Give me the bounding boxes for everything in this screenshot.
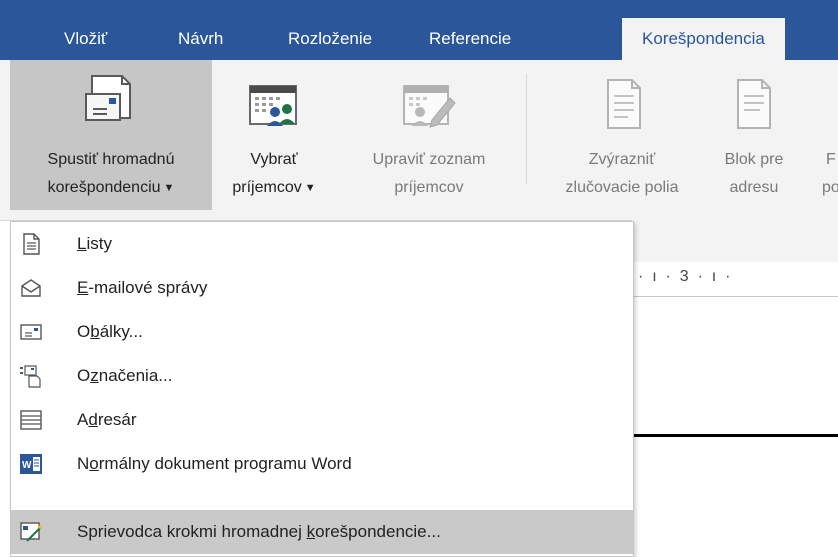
address-block-icon [737, 79, 771, 129]
tab-references[interactable]: Referencie [429, 18, 511, 60]
ruler-marks: · ı · 3 · ı · [638, 268, 731, 285]
menu-item-label: Adresár [77, 410, 137, 429]
menu-item-label: Označenia... [77, 366, 173, 385]
highlight-merge-fields-label-2: zlučovacie polia [565, 179, 679, 196]
address-block-label-2: adresu [729, 179, 779, 196]
menu-item-label: Normálny dokument programu Word [77, 454, 352, 473]
highlight-merge-fields-label-1: Zvýrazniť [588, 151, 656, 168]
wizard-icon [20, 522, 42, 542]
menu-item-envelopes[interactable]: Obálky... [11, 310, 633, 354]
edit-recipient-list-label-2: príjemcov [394, 179, 464, 196]
start-mail-merge-icon [85, 75, 131, 121]
menu-item-label: Sprievodca krokmi hromadnej korešpondenc… [77, 522, 441, 541]
highlight-merge-fields-button[interactable]: Zvýrazniť zlučovacie polia [532, 60, 712, 210]
svg-text:W: W [22, 460, 32, 471]
menu-item-normal-word-document[interactable]: W Normálny dokument programu Word [11, 442, 633, 486]
menu-item-email-messages[interactable]: E-mailové správy [11, 266, 633, 310]
directory-icon [20, 410, 42, 430]
start-mail-merge-label-2: korešpondenciu [47, 179, 161, 197]
chevron-down-icon: ▼ [163, 182, 175, 194]
greeting-line-button[interactable]: F po [812, 60, 838, 210]
document-table-border [632, 434, 838, 437]
ribbon-tab-bar: Vložiť Návrh Rozloženie Referencie Koreš… [0, 0, 838, 60]
ribbon-group-separator [526, 74, 527, 184]
menu-item-label: Obálky... [77, 322, 143, 341]
email-icon [21, 279, 41, 297]
select-recipients-icon [249, 85, 297, 126]
edit-recipient-list-icon [403, 85, 456, 128]
menu-item-label: Listy [77, 234, 112, 253]
tab-layout[interactable]: Rozloženie [288, 18, 372, 60]
word-icon: W [20, 454, 42, 474]
menu-item-letters[interactable]: Listy [11, 222, 633, 266]
address-block-button[interactable]: Blok pre adresu [704, 60, 804, 210]
menu-item-label: E-mailové správy [77, 278, 208, 297]
menu-item-labels[interactable]: Označenia... [11, 354, 633, 398]
tab-insert[interactable]: Vložiť [64, 18, 107, 60]
menu-item-directory[interactable]: Adresár [11, 398, 633, 442]
start-mail-merge-button[interactable]: Spustiť hromadnú korešpondenciu ▼ [10, 60, 212, 210]
start-mail-merge-label-1: Spustiť hromadnú [47, 151, 175, 168]
select-recipients-label-1: Vybrať [250, 151, 298, 168]
greeting-line-label-2: po [822, 179, 838, 196]
highlight-merge-fields-icon [607, 79, 641, 129]
select-recipients-button[interactable]: Vybrať príjemcov ▼ [214, 60, 334, 210]
tab-mailings[interactable]: Korešpondencia [622, 18, 785, 60]
ruler-gap [632, 220, 838, 262]
horizontal-ruler[interactable]: · ı · 3 · ı · [632, 262, 838, 297]
select-recipients-label-2: príjemcov [232, 179, 302, 197]
chevron-down-icon: ▼ [304, 182, 316, 194]
edit-recipient-list-label-1: Upraviť zoznam [372, 151, 486, 168]
ribbon-panel: Spustiť hromadnú korešpondenciu ▼ Vybrať … [0, 60, 838, 221]
letters-icon [23, 233, 40, 255]
edit-recipient-list-button[interactable]: Upraviť zoznam príjemcov [340, 60, 518, 210]
address-block-label-1: Blok pre [724, 151, 784, 168]
labels-icon [20, 365, 41, 388]
menu-item-mail-merge-wizard[interactable]: Sprievodca krokmi hromadnej korešpondenc… [11, 510, 633, 554]
tab-design[interactable]: Návrh [178, 18, 223, 60]
greeting-line-label-1: F [826, 151, 836, 168]
start-mail-merge-menu: Listy E-mailové správy Obálky... Označen… [10, 221, 634, 557]
envelope-icon [20, 324, 42, 340]
